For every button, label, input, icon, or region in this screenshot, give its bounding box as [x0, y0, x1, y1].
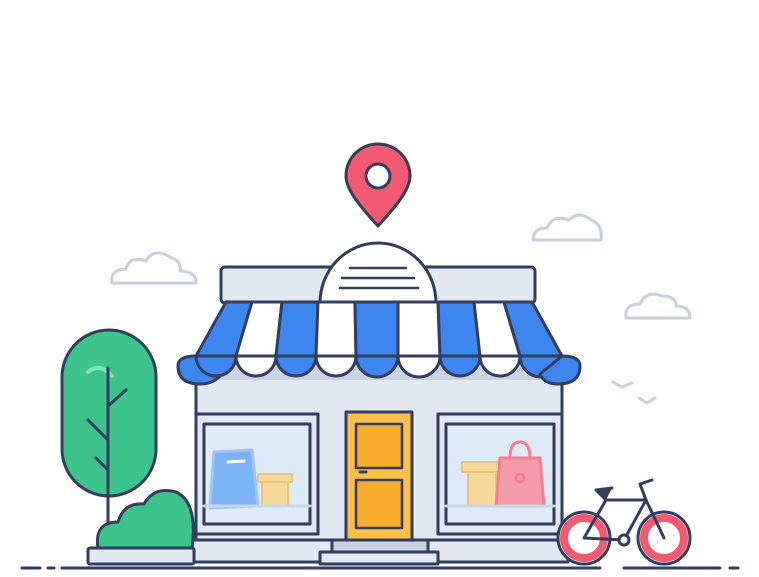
tree-icon — [60, 328, 158, 526]
shopping-bag-icon — [208, 448, 260, 510]
store-door — [344, 410, 414, 542]
box-icon — [461, 461, 501, 507]
roof-dome — [318, 241, 438, 305]
bicycle-icon — [556, 478, 692, 566]
cloud-icon — [624, 292, 692, 320]
door-step — [330, 538, 430, 554]
box-icon — [257, 473, 293, 507]
bush-icon — [86, 489, 196, 566]
location-pin-icon — [344, 142, 412, 228]
window-left — [194, 412, 320, 536]
bird-icon — [611, 380, 657, 405]
window-right — [436, 412, 564, 536]
storefront-illustration — [20, 142, 740, 570]
cloud-icon — [531, 213, 603, 242]
cloud-icon — [110, 251, 198, 285]
